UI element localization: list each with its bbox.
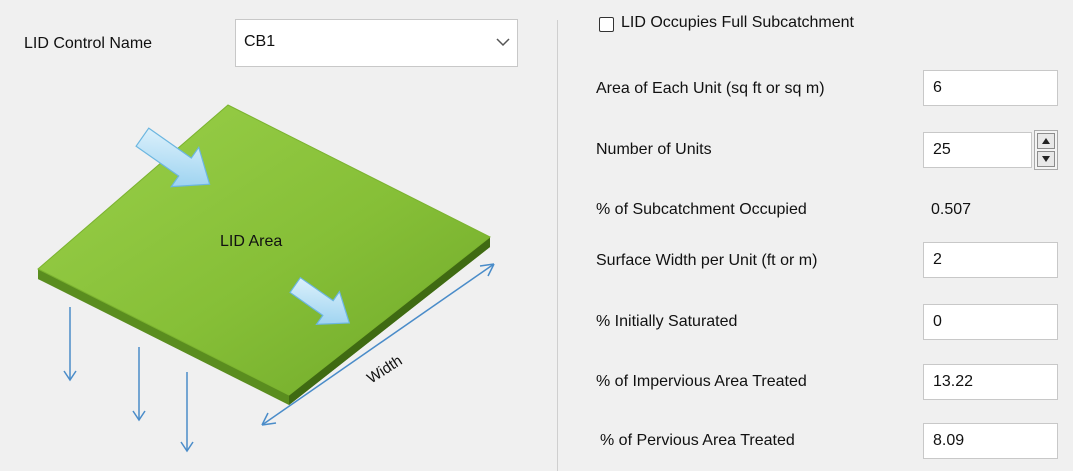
surface-width-input[interactable]: 2 [923, 242, 1058, 278]
surface-width-label: Surface Width per Unit (ft or m) [596, 252, 818, 269]
lid-control-label: LID Control Name [24, 35, 153, 52]
area-each-unit-input[interactable]: 6 [923, 70, 1058, 106]
pervious-treated-input[interactable]: 8.09 [923, 423, 1058, 459]
init-saturated-input[interactable]: 0 [923, 304, 1058, 340]
pervious-treated-label: % of Pervious Area Treated [600, 432, 795, 449]
triangle-up-icon [1042, 138, 1050, 144]
full-subcatchment-checkbox[interactable] [599, 17, 614, 32]
area-each-unit-label: Area of Each Unit (sq ft or sq m) [596, 80, 825, 97]
impervious-treated-input[interactable]: 13.22 [923, 364, 1058, 400]
stepper-down-button[interactable] [1037, 151, 1055, 167]
lid-control-select[interactable]: CB1 [235, 19, 518, 67]
init-saturated-label: % Initially Saturated [596, 313, 738, 330]
panel-divider [557, 20, 558, 471]
lid-area-label: LID Area [220, 233, 283, 250]
triangle-down-icon [1042, 156, 1050, 162]
lid-diagram [37, 104, 495, 453]
number-units-stepper[interactable] [1034, 130, 1058, 170]
number-units-input[interactable]: 25 [923, 132, 1032, 168]
lid-control-value: CB1 [244, 33, 276, 50]
pct-occupied-label: % of Subcatchment Occupied [596, 201, 807, 218]
full-subcatchment-label[interactable]: LID Occupies Full Subcatchment [621, 14, 854, 32]
number-units-label: Number of Units [596, 141, 712, 158]
impervious-treated-label: % of Impervious Area Treated [596, 373, 807, 390]
chevron-down-icon [496, 38, 510, 47]
pct-occupied-value: 0.507 [931, 201, 972, 218]
stepper-up-button[interactable] [1037, 133, 1055, 149]
